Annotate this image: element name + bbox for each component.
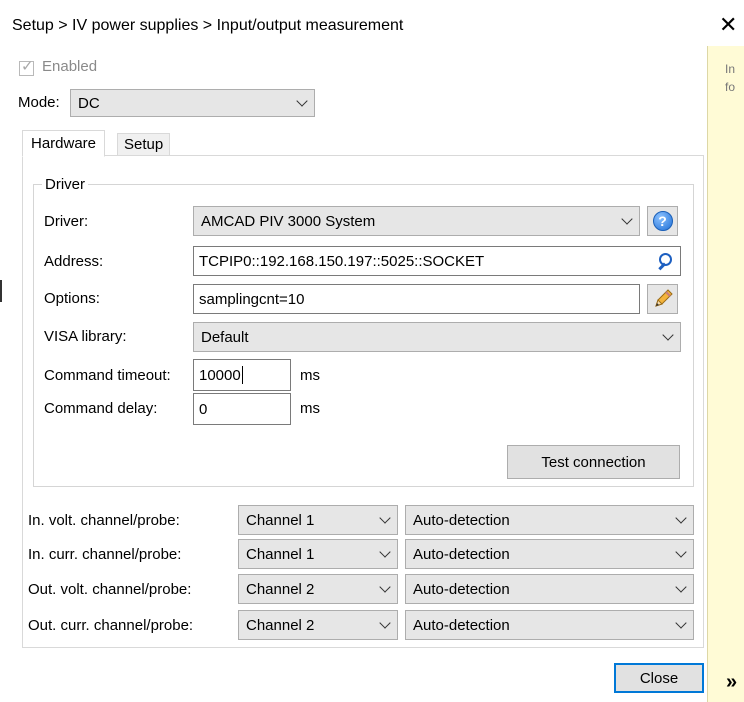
double-chevron-right-icon[interactable]: » [726, 672, 737, 692]
out-curr-channel-label: Out. curr. channel/probe: [28, 617, 194, 634]
command-timeout-unit: ms [300, 367, 320, 384]
out-volt-probe-value: Auto-detection [413, 580, 510, 598]
in-curr-channel-label: In. curr. channel/probe: [28, 546, 182, 563]
command-timeout-label: Command timeout: [44, 367, 171, 384]
in-curr-channel-select[interactable]: Channel 1 [238, 539, 398, 569]
command-delay-label: Command delay: [44, 400, 158, 417]
close-button[interactable]: Close [614, 663, 704, 693]
command-timeout-value: 10000 [199, 366, 241, 384]
command-delay-value: 0 [199, 400, 208, 418]
chevron-down-icon [676, 620, 686, 630]
driver-help-button[interactable]: ? [647, 206, 678, 236]
chevron-down-icon [380, 584, 390, 594]
mode-select[interactable]: DC [70, 89, 315, 117]
visa-library-label: VISA library: [44, 328, 127, 345]
info-panel-label: Info [724, 62, 735, 94]
in-curr-channel-value: Channel 1 [246, 545, 315, 563]
chevron-down-icon [622, 216, 632, 226]
close-icon[interactable]: ✕ [719, 14, 737, 36]
in-volt-channel-value: Channel 1 [246, 511, 315, 529]
out-curr-channel-value: Channel 2 [246, 616, 315, 634]
mode-label: Mode: [18, 94, 60, 111]
options-edit-button[interactable] [647, 284, 678, 314]
chevron-down-icon [380, 620, 390, 630]
chevron-down-icon [297, 98, 307, 108]
options-field[interactable]: samplingcnt=10 [193, 284, 640, 314]
visa-library-select[interactable]: Default [193, 322, 681, 352]
chevron-down-icon [676, 549, 686, 559]
options-label: Options: [44, 290, 100, 307]
address-label: Address: [44, 253, 104, 270]
options-field-value: samplingcnt=10 [199, 290, 305, 308]
out-volt-channel-value: Channel 2 [246, 580, 315, 598]
search-icon[interactable] [656, 253, 672, 270]
out-volt-channel-select[interactable]: Channel 2 [238, 574, 398, 604]
chevron-down-icon [676, 584, 686, 594]
chevron-down-icon [663, 332, 673, 342]
out-curr-probe-select[interactable]: Auto-detection [405, 610, 694, 640]
in-curr-probe-value: Auto-detection [413, 545, 510, 563]
in-volt-probe-select[interactable]: Auto-detection [405, 505, 694, 535]
check-icon: ✓ [21, 58, 34, 75]
visa-library-select-value: Default [201, 328, 249, 346]
window-title: Setup > IV power supplies > Input/output… [12, 17, 404, 34]
in-volt-probe-value: Auto-detection [413, 511, 510, 529]
test-connection-button[interactable]: Test connection [507, 445, 680, 479]
out-volt-channel-label: Out. volt. channel/probe: [28, 581, 192, 598]
address-field-value: TCPIP0::192.168.150.197::5025::SOCKET [199, 252, 485, 270]
text-caret [241, 366, 243, 384]
out-volt-probe-select[interactable]: Auto-detection [405, 574, 694, 604]
driver-select-value: AMCAD PIV 3000 System [201, 212, 376, 230]
out-curr-channel-select[interactable]: Channel 2 [238, 610, 398, 640]
out-curr-probe-value: Auto-detection [413, 616, 510, 634]
command-timeout-field[interactable]: 10000 [193, 359, 291, 391]
driver-label: Driver: [44, 213, 89, 230]
driver-select[interactable]: AMCAD PIV 3000 System [193, 206, 640, 236]
command-delay-field[interactable]: 0 [193, 393, 291, 425]
address-field[interactable]: TCPIP0::192.168.150.197::5025::SOCKET [193, 246, 681, 276]
tab-hardware[interactable]: Hardware [22, 130, 106, 157]
in-volt-channel-label: In. volt. channel/probe: [28, 512, 180, 529]
command-delay-unit: ms [300, 400, 320, 417]
tab-setup[interactable]: Setup [117, 133, 171, 156]
chevron-down-icon [676, 515, 686, 525]
chevron-down-icon [380, 515, 390, 525]
pencil-icon [654, 289, 673, 307]
window-edge-marker [0, 280, 2, 302]
mode-select-value: DC [78, 94, 100, 112]
enabled-label: Enabled [42, 58, 98, 75]
in-curr-probe-select[interactable]: Auto-detection [405, 539, 694, 569]
info-panel[interactable] [707, 46, 744, 702]
help-icon: ? [652, 211, 673, 231]
driver-group-legend: Driver [42, 176, 88, 193]
in-volt-channel-select[interactable]: Channel 1 [238, 505, 398, 535]
chevron-down-icon [380, 549, 390, 559]
